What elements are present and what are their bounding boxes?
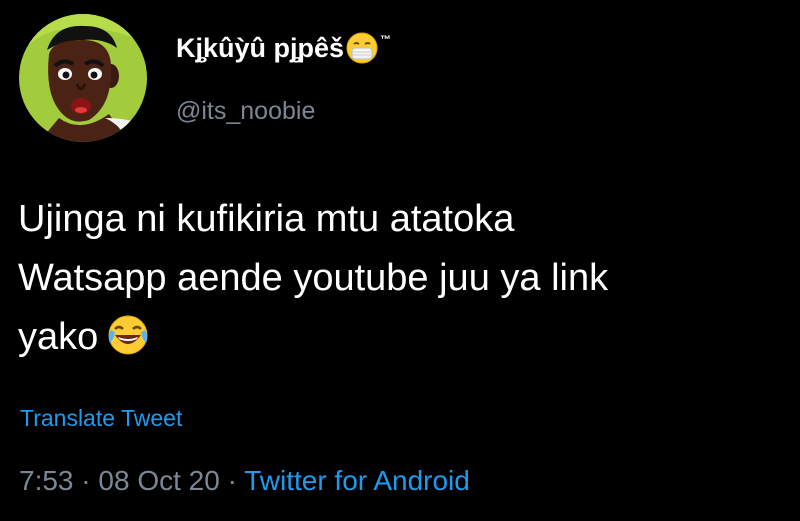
tweet-metadata: 7:53 · 08 Oct 20 · Twitter for Android (19, 465, 470, 497)
user-handle[interactable]: @its_noobie (176, 97, 315, 126)
translate-tweet-link[interactable]: Translate Tweet (20, 405, 182, 432)
tweet-text-line: Ujinga ni kufikiria mtu atatoka (18, 198, 515, 240)
tweet-text-line: yako (18, 316, 99, 358)
tweet-text-line: Watsapp aende youtube juu ya link (18, 257, 609, 299)
tweet-text: Ujinga ni kufikiria mtu atatoka Watsapp … (18, 190, 788, 367)
separator-dot: · (81, 465, 91, 496)
face-with-medical-mask-icon (346, 32, 378, 64)
avatar-cartoon-icon (19, 14, 147, 142)
face-with-tears-of-joy-icon (106, 313, 150, 357)
avatar[interactable] (19, 14, 147, 142)
display-name-text: Kj̧kûỳû pj̧pêš (176, 32, 345, 63)
tweet-time: 7:53 (19, 465, 74, 496)
tweet-text-line-last: yako (18, 308, 788, 367)
display-name[interactable]: Kj̧kûỳû pj̧pêš ™ (176, 32, 391, 64)
tweet-date: 08 Oct 20 (98, 465, 220, 496)
tweet-source-link[interactable]: Twitter for Android (244, 465, 470, 496)
trademark-symbol: ™ (380, 34, 392, 46)
separator-dot: · (227, 465, 237, 496)
